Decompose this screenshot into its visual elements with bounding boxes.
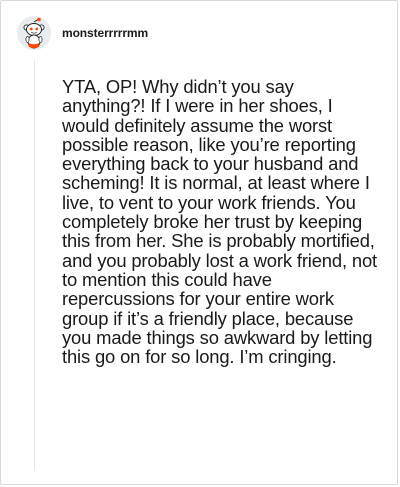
- comment-card: monsterrrrrmm YTA, OP! Why didn’t you sa…: [0, 0, 398, 485]
- comment-text: YTA, OP! Why didn’t you say anything?! I…: [62, 76, 378, 368]
- comment-header: monsterrrrrmm: [17, 15, 148, 51]
- reddit-snoo-avatar-icon[interactable]: [17, 16, 51, 50]
- thread-line[interactable]: [34, 59, 35, 471]
- comment-username[interactable]: monsterrrrrmm: [62, 26, 148, 40]
